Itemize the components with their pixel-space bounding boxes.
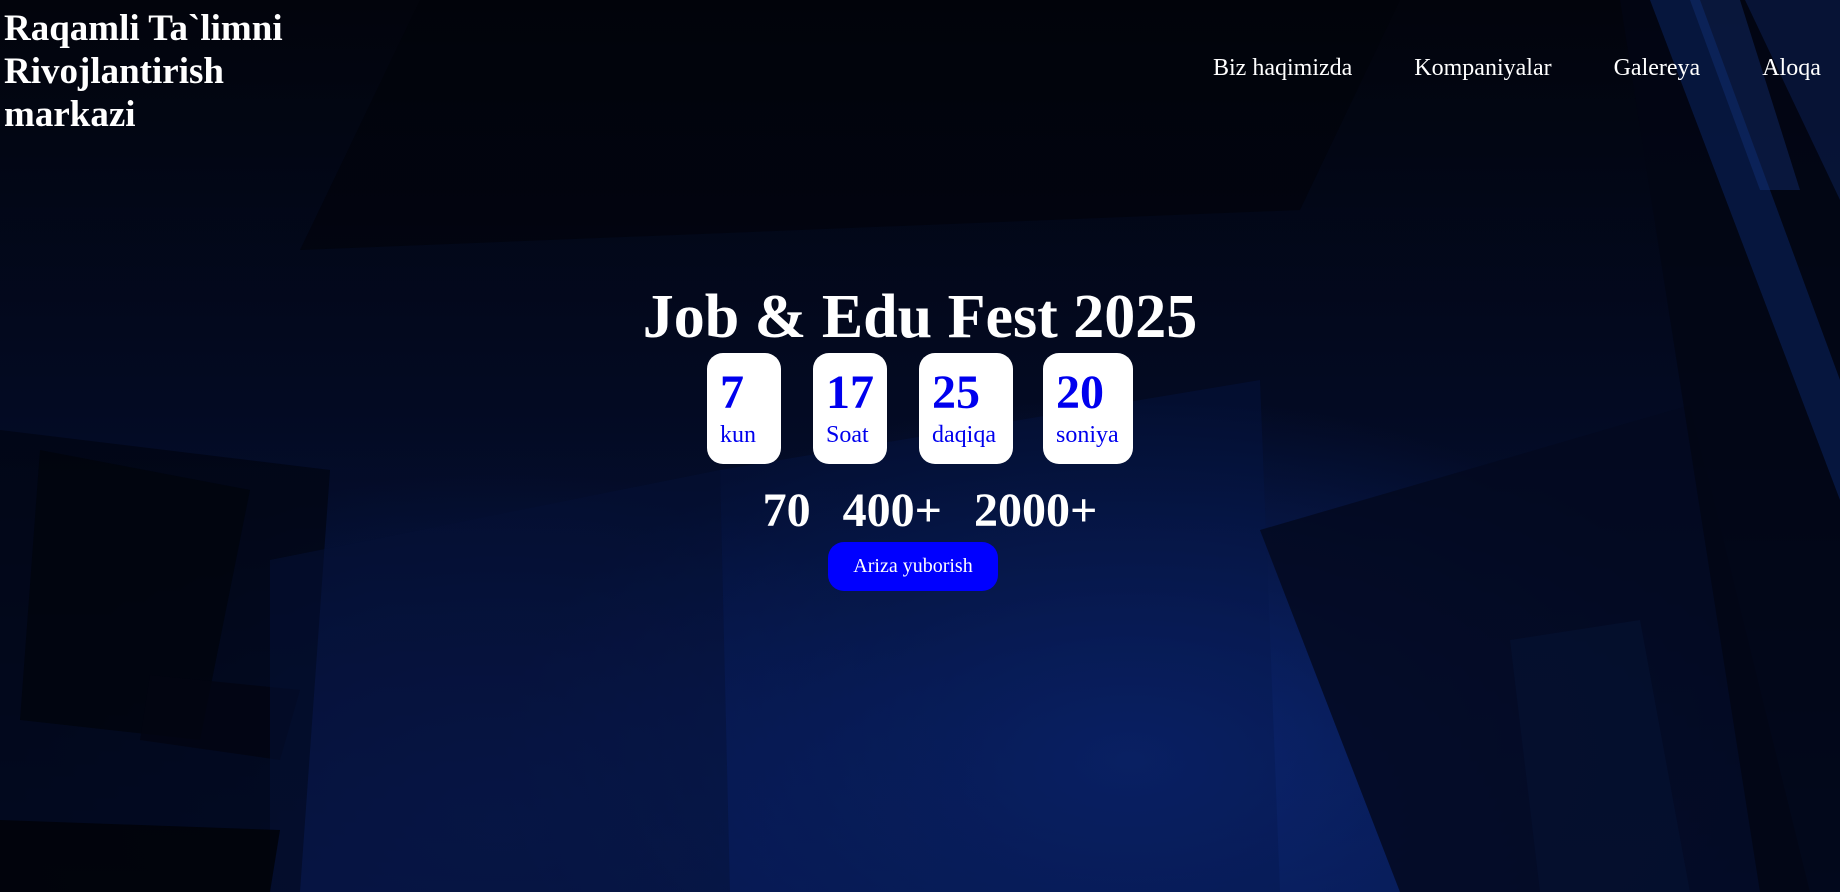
countdown-seconds: 20 soniya — [1043, 353, 1133, 464]
stats-row: 70 400+ 2000+ — [0, 483, 1840, 539]
nav-link-contact[interactable]: Aloqa — [1762, 55, 1821, 82]
stat-vacancies: 400+ — [842, 484, 942, 537]
countdown-days: 7 kun — [707, 353, 781, 464]
stat-companies: 70 — [762, 484, 811, 537]
countdown-minutes-label: daqiqa — [932, 422, 996, 448]
brand-title[interactable]: Raqamli Ta`limni Rivojlantirish markazi — [4, 7, 304, 136]
countdown-minutes: 25 daqiqa — [919, 353, 1013, 464]
countdown-days-value: 7 — [720, 366, 744, 419]
event-title: Job & Edu Fest 2025 — [642, 283, 1198, 351]
countdown-days-label: kun — [720, 422, 756, 448]
countdown-hours: 17 Soat — [813, 353, 887, 464]
nav-link-about[interactable]: Biz haqimizda — [1213, 55, 1352, 82]
apply-button[interactable]: Ariza yuborish — [828, 542, 998, 591]
countdown-timer: 7 kun 17 Soat 25 daqiqa 20 soniya — [0, 353, 1840, 464]
main-nav: Biz haqimizda Kompaniyalar Galereya Aloq… — [1213, 55, 1821, 82]
countdown-hours-value: 17 — [826, 366, 874, 419]
stat-participants: 2000+ — [974, 484, 1098, 537]
countdown-seconds-value: 20 — [1056, 366, 1104, 419]
nav-link-gallery[interactable]: Galereya — [1614, 55, 1701, 82]
nav-link-companies[interactable]: Kompaniyalar — [1414, 55, 1551, 82]
hero-section: Raqamli Ta`limni Rivojlantirish markazi … — [0, 0, 1840, 892]
countdown-hours-label: Soat — [826, 422, 869, 448]
countdown-seconds-label: soniya — [1056, 422, 1119, 448]
countdown-minutes-value: 25 — [932, 366, 980, 419]
